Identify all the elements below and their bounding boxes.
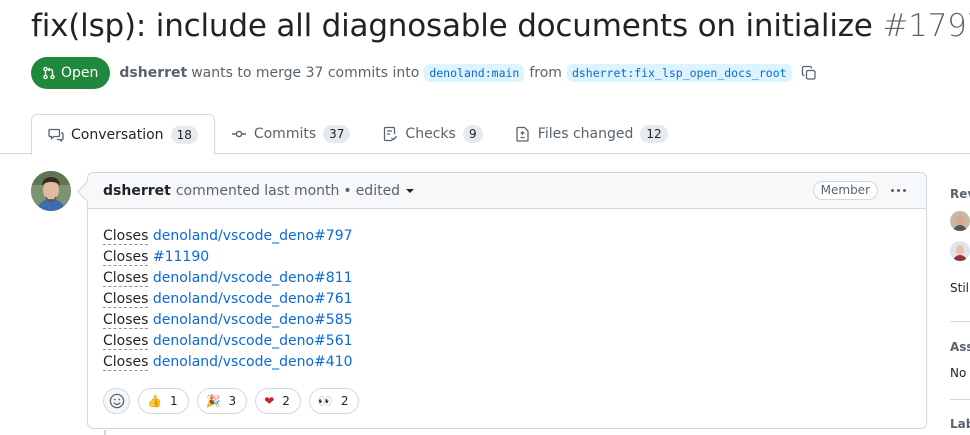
reviewer-avatar[interactable] — [950, 211, 970, 231]
reaction-count: 1 — [169, 394, 178, 408]
list-item: Closes denoland/vscode_deno#811 — [103, 268, 911, 289]
closes-keyword: Closes — [103, 333, 149, 350]
reaction-hooray[interactable]: 🎉 3 — [196, 388, 248, 414]
merge-text: wants to merge 37 commits into — [191, 65, 420, 81]
issue-link[interactable]: denoland/vscode_deno#561 — [153, 333, 353, 349]
closes-keyword: Closes — [103, 270, 149, 287]
list-item: Closes denoland/vscode_deno#561 — [103, 331, 911, 352]
tab-checks[interactable]: Checks 9 — [366, 114, 498, 154]
closes-keyword: Closes — [103, 291, 149, 308]
eyes-icon: 👀 — [317, 394, 333, 408]
git-pull-request-icon — [43, 66, 55, 80]
list-item: Closes denoland/vscode_deno#585 — [103, 310, 911, 331]
reaction-count: 2 — [282, 394, 290, 408]
state-badge: Open — [31, 57, 111, 89]
copy-icon[interactable] — [801, 65, 817, 81]
hooray-icon: 🎉 — [205, 394, 221, 408]
tab-checks-label: Checks — [405, 126, 456, 142]
checklist-icon — [384, 126, 398, 142]
closes-keyword: Closes — [103, 354, 149, 371]
tab-commits-label: Commits — [253, 126, 317, 142]
comment-separator: • — [343, 182, 352, 199]
tab-files-changed-label: Files changed — [537, 126, 634, 142]
pr-title-text: fix(lsp): include all diagnosable docume… — [31, 8, 873, 44]
sidebar-divider — [950, 321, 970, 322]
tab-commits[interactable]: Commits 37 — [215, 114, 367, 154]
pr-author-link[interactable]: dsherret — [119, 65, 187, 81]
issue-link[interactable]: denoland/vscode_deno#410 — [153, 354, 353, 370]
reaction-count: 2 — [340, 394, 349, 408]
thumbs-up-icon: 👍 — [147, 394, 162, 408]
pr-meta: Open dsherret wants to merge 37 commits … — [31, 57, 817, 89]
base-branch[interactable]: denoland:main — [424, 64, 525, 82]
list-item: Closes denoland/vscode_deno#797 — [103, 226, 911, 247]
comment-header: dsherret commented last month • edited M… — [88, 173, 926, 209]
reaction-thumbs-up[interactable]: 👍 1 — [138, 388, 189, 414]
closes-keyword: Closes — [103, 228, 149, 245]
from-text: from — [529, 65, 562, 81]
tab-checks-count: 9 — [462, 125, 483, 143]
pr-tabs: Conversation 18 Commits 37 Checks 9 File… — [0, 114, 970, 155]
reaction-heart[interactable]: ❤ 2 — [255, 388, 301, 414]
pr-title: fix(lsp): include all diagnosable docume… — [31, 8, 970, 44]
labels-heading[interactable]: Lab — [950, 417, 970, 431]
kebab-horizontal-icon[interactable] — [891, 182, 906, 192]
smiley-icon — [109, 393, 124, 409]
issue-link[interactable]: denoland/vscode_deno#797 — [153, 228, 353, 244]
role-badge: Member — [812, 181, 878, 200]
closes-keyword: Closes — [103, 312, 149, 329]
tab-commits-count: 37 — [323, 125, 351, 143]
closes-keyword: Closes — [103, 249, 149, 266]
tab-conversation[interactable]: Conversation 18 — [31, 114, 215, 155]
reviewers-note: Still — [950, 281, 970, 295]
reaction-eyes[interactable]: 👀 2 — [308, 388, 360, 414]
reactions-bar: 👍 1 🎉 3 ❤ 2 👀 2 — [103, 388, 360, 414]
comment-discussion-icon — [48, 128, 64, 142]
head-branch[interactable]: dsherret:fix_lsp_open_docs_root — [566, 64, 792, 82]
add-reaction-button[interactable] — [103, 388, 130, 414]
file-diff-icon — [516, 126, 529, 142]
issue-link[interactable]: #11190 — [153, 249, 209, 265]
chevron-down-icon — [406, 188, 415, 193]
edited-dropdown[interactable]: edited — [355, 182, 415, 199]
comment-card: dsherret commented last month • edited M… — [87, 172, 927, 429]
comment-action: commented — [175, 182, 260, 199]
comment-time[interactable]: last month — [264, 183, 339, 199]
timeline-line — [104, 430, 106, 435]
tab-conversation-count: 18 — [170, 125, 198, 144]
assignees-value: No — [950, 366, 967, 380]
tab-files-changed[interactable]: Files changed 12 — [499, 114, 684, 154]
tab-files-changed-count: 12 — [640, 125, 668, 143]
avatar[interactable] — [31, 171, 71, 211]
reviewer-avatar[interactable] — [950, 241, 970, 261]
heart-icon: ❤ — [264, 394, 275, 408]
sidebar-divider — [950, 399, 970, 400]
list-item: Closes denoland/vscode_deno#761 — [103, 289, 911, 310]
issue-link[interactable]: denoland/vscode_deno#761 — [153, 291, 353, 307]
state-label: Open — [61, 65, 99, 81]
assignees-heading[interactable]: Ass — [950, 340, 970, 354]
reviewers-heading[interactable]: Rev — [950, 187, 970, 201]
tab-conversation-label: Conversation — [71, 126, 164, 143]
comment-body: Closes denoland/vscode_deno#797 Closes #… — [88, 209, 926, 373]
issue-link[interactable]: denoland/vscode_deno#585 — [153, 312, 353, 328]
reaction-count: 3 — [228, 394, 237, 408]
issue-link[interactable]: denoland/vscode_deno#811 — [153, 270, 353, 286]
list-item: Closes denoland/vscode_deno#410 — [103, 352, 911, 373]
list-item: Closes #11190 — [103, 247, 911, 268]
pr-number: #17979 — [882, 8, 970, 44]
comment-author[interactable]: dsherret — [103, 183, 171, 199]
edited-label: edited — [355, 182, 401, 199]
git-commit-icon — [231, 130, 246, 138]
